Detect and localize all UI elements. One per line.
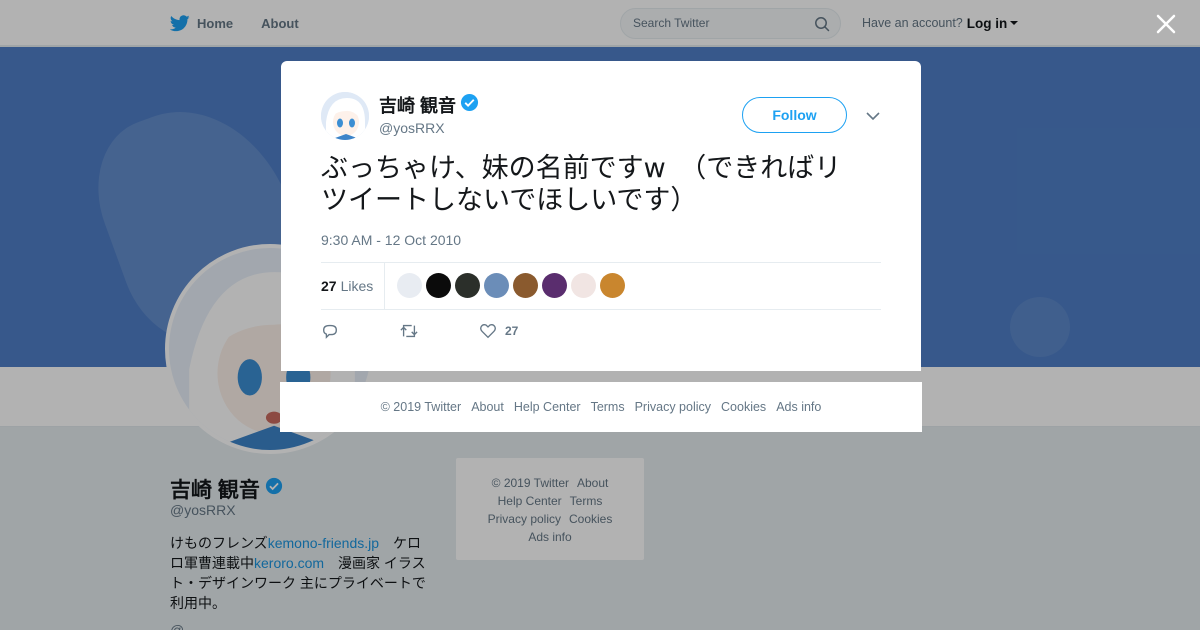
author-handle[interactable]: @yosRRX bbox=[379, 120, 445, 136]
tweet-modal: 吉崎 観音 @yosRRX Follow ぶっちゃけ、妹の名前ですw （できれば… bbox=[281, 61, 921, 371]
like-button[interactable]: 27 bbox=[479, 322, 518, 340]
footer-copyright: © 2019 Twitter bbox=[380, 400, 462, 414]
liker-avatar[interactable] bbox=[571, 273, 596, 298]
tweet-stats: 27 Likes bbox=[321, 262, 881, 310]
chevron-down-icon[interactable] bbox=[865, 109, 881, 121]
modal-footer: © 2019 Twitter About Help Center Terms P… bbox=[280, 382, 922, 432]
likes-count-label: Likes bbox=[340, 278, 374, 294]
liker-avatar[interactable] bbox=[397, 273, 422, 298]
like-count: 27 bbox=[505, 324, 519, 338]
author-name-text: 吉崎 観音 bbox=[379, 96, 457, 116]
footer-terms-link[interactable]: Terms bbox=[591, 400, 625, 414]
liker-avatars bbox=[397, 273, 629, 298]
footer-privacy-link[interactable]: Privacy policy bbox=[635, 400, 711, 414]
retweet-button[interactable] bbox=[399, 322, 419, 340]
tweet-text-line-2: ツイートしないでほしいです） bbox=[321, 185, 698, 216]
author-avatar[interactable] bbox=[321, 92, 369, 140]
follow-button[interactable]: Follow bbox=[742, 97, 847, 133]
liker-avatar[interactable] bbox=[600, 273, 625, 298]
liker-avatar[interactable] bbox=[513, 273, 538, 298]
liker-avatar[interactable] bbox=[455, 273, 480, 298]
tweet-actions: 27 bbox=[321, 320, 578, 342]
footer-ads-link[interactable]: Ads info bbox=[776, 400, 821, 414]
reply-button[interactable] bbox=[321, 322, 339, 340]
liker-avatar[interactable] bbox=[484, 273, 509, 298]
footer-about-link[interactable]: About bbox=[471, 400, 504, 414]
tweet-text: ぶっちゃけ、妹の名前ですw （できればリ ツイートしないでほしいです） bbox=[321, 153, 886, 217]
liker-avatar[interactable] bbox=[542, 273, 567, 298]
footer-cookies-link[interactable]: Cookies bbox=[721, 400, 766, 414]
tweet-timestamp[interactable]: 9:30 AM - 12 Oct 2010 bbox=[321, 232, 461, 248]
tweet-text-line-1: ぶっちゃけ、妹の名前ですw （できればリ bbox=[321, 153, 842, 184]
author-name[interactable]: 吉崎 観音 bbox=[379, 92, 479, 118]
heart-icon bbox=[480, 324, 496, 339]
reply-icon bbox=[323, 324, 337, 339]
liker-avatar[interactable] bbox=[426, 273, 451, 298]
footer-help-link[interactable]: Help Center bbox=[514, 400, 581, 414]
likes-count-number: 27 bbox=[321, 278, 337, 294]
likes-count[interactable]: 27 Likes bbox=[321, 263, 385, 309]
verified-badge-icon bbox=[460, 93, 479, 117]
retweet-icon bbox=[400, 324, 418, 338]
close-icon[interactable] bbox=[1154, 12, 1178, 36]
